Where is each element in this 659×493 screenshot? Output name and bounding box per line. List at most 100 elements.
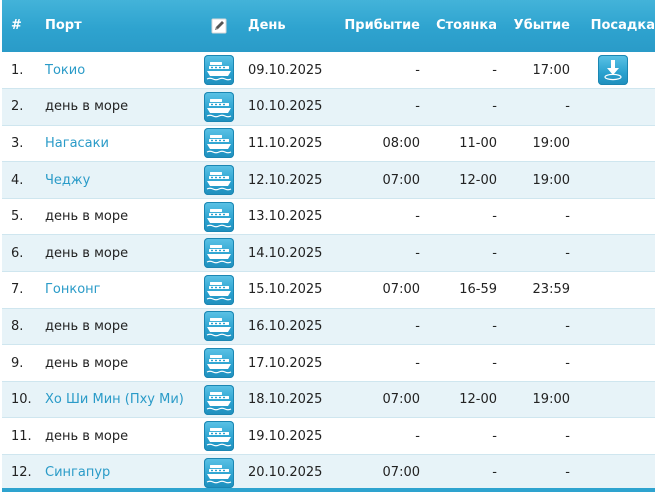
stay-duration: - <box>492 318 497 334</box>
stay-duration: - <box>492 465 497 481</box>
boarding-cell <box>570 308 655 345</box>
row-number: 7. <box>11 282 24 298</box>
row-number: 8. <box>11 318 24 334</box>
departure-time: 19:00 <box>532 392 570 408</box>
ship-button[interactable] <box>203 91 234 122</box>
port-link[interactable]: Токио <box>45 63 85 78</box>
day-date: 16.10.2025 <box>248 318 323 334</box>
ship-button[interactable] <box>203 201 234 232</box>
boarding-cell <box>570 272 655 309</box>
arrival-time: 07:00 <box>382 392 420 408</box>
ship-button[interactable] <box>203 128 234 159</box>
arrival-time: - <box>415 428 420 444</box>
day-date: 09.10.2025 <box>248 62 323 78</box>
arrival-time: 07:00 <box>382 282 420 298</box>
table-row: 1. Токио 09.10.2025 - - 17:00 <box>2 52 655 89</box>
ship-button[interactable] <box>203 274 234 305</box>
row-number: 3. <box>11 135 24 151</box>
boarding-download-button[interactable] <box>597 55 628 86</box>
row-number: 12. <box>11 465 32 481</box>
header-day: День <box>248 18 286 34</box>
port-cell: Токио <box>41 52 196 89</box>
port-cell: Нагасаки <box>41 125 196 162</box>
ship-button[interactable] <box>203 55 234 86</box>
day-date: 17.10.2025 <box>248 355 323 371</box>
table-row: 7. Гонконг 15.10.2025 07:00 16-59 23:59 <box>2 271 655 309</box>
table-row: 11. день в море 19.10.2025 - - - <box>2 417 655 455</box>
ship-button[interactable] <box>203 384 234 415</box>
day-date: 19.10.2025 <box>248 428 323 444</box>
ship-button[interactable] <box>203 421 234 452</box>
table-row: 5. день в море 13.10.2025 - - - <box>2 198 655 235</box>
port-link[interactable]: Сингапур <box>45 465 110 480</box>
boarding-cell <box>570 162 655 199</box>
stay-duration: - <box>492 209 497 225</box>
arrival-time: 07:00 <box>382 465 420 481</box>
ship-cell <box>196 272 241 309</box>
port-cell: день в море <box>41 418 196 455</box>
row-number: 9. <box>11 355 24 371</box>
edit-icon <box>211 18 227 34</box>
ship-cell <box>196 418 241 455</box>
departure-time: 19:00 <box>532 135 570 151</box>
arrival-time: 08:00 <box>382 135 420 151</box>
day-date: 12.10.2025 <box>248 172 323 188</box>
table-row: 2. день в море 10.10.2025 - - - <box>2 88 655 126</box>
ship-cell <box>196 381 241 418</box>
day-date: 20.10.2025 <box>248 465 323 481</box>
ship-button[interactable] <box>203 348 234 379</box>
ship-button[interactable] <box>203 311 234 342</box>
port-cell: Хо Ши Мин (Пху Ми) <box>41 381 196 418</box>
arrival-time: - <box>415 245 420 261</box>
boarding-cell <box>570 381 655 418</box>
table-bottom-border <box>2 488 655 492</box>
ship-button[interactable] <box>203 238 234 269</box>
port-link[interactable]: Нагасаки <box>45 136 109 151</box>
ship-button[interactable] <box>203 457 234 488</box>
table-row: 9. день в море 17.10.2025 - - - <box>2 344 655 382</box>
boarding-cell <box>570 89 655 126</box>
day-date: 10.10.2025 <box>248 99 323 115</box>
arrival-time: 07:00 <box>382 172 420 188</box>
stay-duration: - <box>492 355 497 371</box>
boarding-cell <box>570 198 655 235</box>
port-label: день в море <box>45 209 129 225</box>
stay-duration: - <box>492 62 497 78</box>
port-link[interactable]: Хо Ши Мин (Пху Ми) <box>45 392 184 407</box>
port-cell: день в море <box>41 89 196 126</box>
table-row: 8. день в море 16.10.2025 - - - <box>2 308 655 345</box>
row-number: 4. <box>11 172 24 188</box>
port-link[interactable]: Гонконг <box>45 282 101 297</box>
itinerary-container: # Порт День Прибытие Стоянка Убытие Поса… <box>2 0 655 493</box>
itinerary-table: # Порт День Прибытие Стоянка Убытие Поса… <box>2 0 655 492</box>
arrival-time: - <box>415 318 420 334</box>
departure-time: - <box>565 428 570 444</box>
port-cell: Чеджу <box>41 162 196 199</box>
boarding-cell <box>570 345 655 382</box>
table-row: 6. день в море 14.10.2025 - - - <box>2 234 655 272</box>
stay-duration: 12-00 <box>459 392 497 408</box>
departure-time: - <box>565 465 570 481</box>
arrival-time: - <box>415 62 420 78</box>
table-row: 4. Чеджу 12.10.2025 07:00 12-00 19:00 <box>2 161 655 199</box>
day-date: 14.10.2025 <box>248 245 323 261</box>
boarding-cell <box>570 418 655 455</box>
day-date: 13.10.2025 <box>248 209 323 225</box>
ship-cell <box>196 89 241 126</box>
header-boarding: Посадка <box>590 18 655 34</box>
port-link[interactable]: Чеджу <box>45 173 90 188</box>
row-number: 5. <box>11 209 24 225</box>
boarding-cell <box>570 52 655 89</box>
ship-button[interactable] <box>203 165 234 196</box>
row-number: 2. <box>11 99 24 115</box>
boarding-cell <box>570 235 655 272</box>
arrival-time: - <box>415 209 420 225</box>
header-edit-cell <box>196 0 241 52</box>
table-row: 12. Сингапур 20.10.2025 07:00 - - <box>2 454 655 492</box>
header-num: # <box>11 18 22 34</box>
port-label: день в море <box>45 428 129 444</box>
itinerary-body: 1. Токио 09.10.2025 - - 17:00 2. день в море 10.… <box>2 52 655 492</box>
header-stay: Стоянка <box>436 18 497 34</box>
boarding-cell <box>570 125 655 162</box>
port-cell: Сингапур <box>41 455 196 492</box>
